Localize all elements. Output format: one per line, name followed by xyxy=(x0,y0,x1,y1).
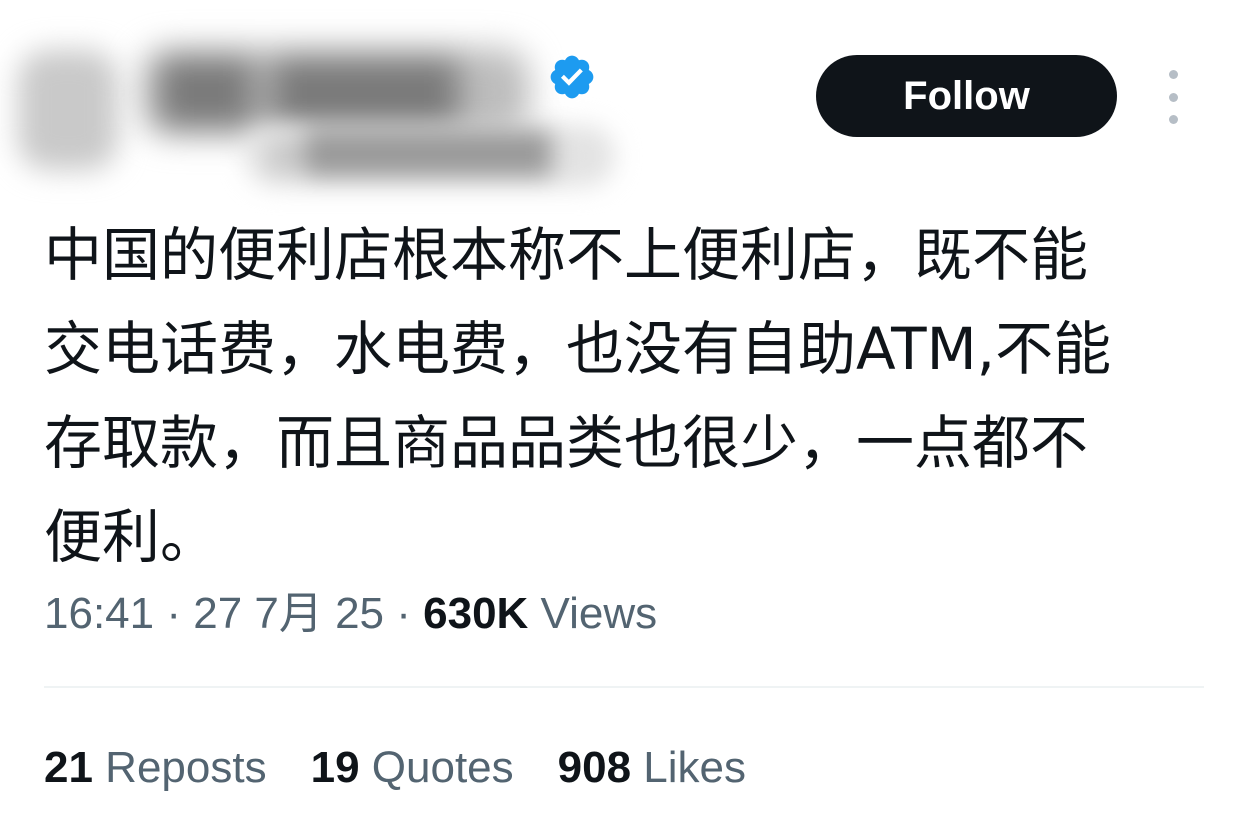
reposts-count: 21 xyxy=(44,743,93,792)
reposts-label: Reposts xyxy=(92,743,267,792)
author-handle[interactable]: @████████ xyxy=(245,125,615,187)
meta-separator: · xyxy=(384,589,424,638)
author-display-name[interactable]: ██ ████ xyxy=(140,48,530,136)
tweet-header: ██ ████ @████████ Follow xyxy=(0,30,1239,200)
tweet-card: ██ ████ @████████ Follow 中国的便利店根本称不上便利店，… xyxy=(0,0,1239,816)
tweet-line: 中国的便利店根本称不上便利店，既不能 xyxy=(44,221,1089,289)
tweet-date[interactable]: 27 7月 25 xyxy=(193,589,384,638)
likes-count: 908 xyxy=(557,743,632,792)
tweet-time[interactable]: 16:41 xyxy=(44,589,154,638)
more-dot xyxy=(1168,115,1178,124)
follow-button[interactable]: Follow xyxy=(816,55,1117,137)
tweet-line: 便利。 xyxy=(44,503,219,571)
likes-stat[interactable]: 908 Likes xyxy=(558,738,746,798)
meta-separator: · xyxy=(154,589,194,638)
divider xyxy=(44,686,1204,688)
tweet-line: 交电话费，水电费，也没有自助ATM,不能 xyxy=(44,315,1112,383)
more-dot xyxy=(1168,92,1178,102)
tweet-body: 中国的便利店根本称不上便利店，既不能 交电话费，水电费，也没有自助ATM,不能 … xyxy=(44,208,1204,584)
author-name-text: ██ ████ xyxy=(160,58,458,128)
quotes-label: Quotes xyxy=(359,743,514,792)
verified-badge-icon xyxy=(550,55,594,99)
more-dot xyxy=(1168,70,1178,79)
more-vertical-icon[interactable] xyxy=(1160,70,1186,124)
quotes-count: 19 xyxy=(310,743,360,792)
likes-label: Likes xyxy=(631,743,747,792)
quotes-stat[interactable]: 19 Quotes xyxy=(311,738,514,798)
tweet-stats: 21 Reposts 19 Quotes 908 Likes xyxy=(44,738,746,798)
views-count: 630K xyxy=(423,589,529,638)
views-label: Views xyxy=(528,589,658,638)
tweet-meta: 16:41 · 27 7月 25 · 630K Views xyxy=(44,584,657,644)
avatar[interactable] xyxy=(18,50,118,170)
author-handle-text: @████████ xyxy=(265,131,552,177)
reposts-stat[interactable]: 21 Reposts xyxy=(44,738,267,798)
tweet-line: 存取款，而且商品品类也很少，一点都不 xyxy=(44,409,1089,477)
